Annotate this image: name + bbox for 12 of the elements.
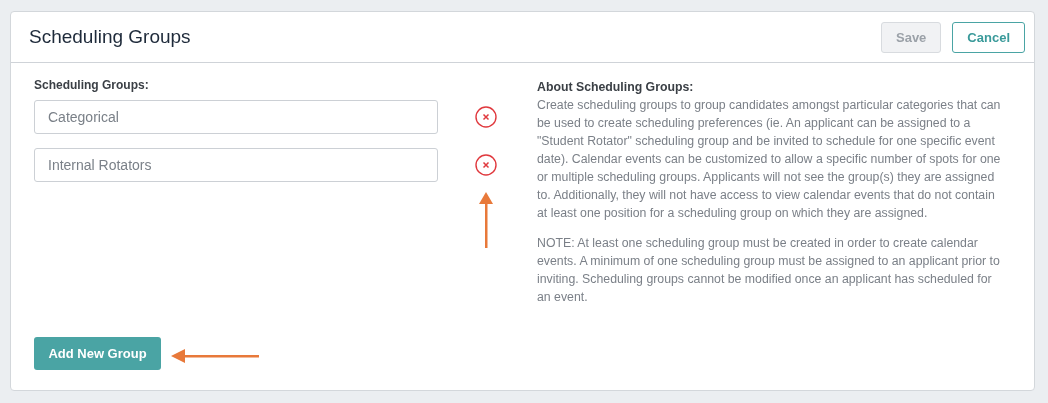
page-title: Scheduling Groups: [29, 26, 191, 48]
group-name-field[interactable]: Categorical: [34, 100, 438, 134]
up-arrow: [479, 192, 493, 248]
cancel-button[interactable]: Cancel: [952, 21, 1025, 53]
group-name-field[interactable]: Internal Rotators: [34, 148, 438, 182]
about-paragraph: Create scheduling groups to group candidates amongst particular categories that can be used to create scheduling preferences (ie. An applicant can be assigned to a "Student Rotator" scheduling group and be invited to schedule for one specific event date). Calendar events can be customized to allow a specific number of spots for one or multiple scheduling groups. Applicants will not see the group(s) they are assigned to. Additionally, they will not have access to view calendar events that do not contain at least one position for a scheduling group on which they are assigned.: [537, 97, 1002, 222]
add-group-button[interactable]: Add New Group: [34, 337, 161, 370]
remove-icon[interactable]: [475, 106, 497, 128]
about-title: About Scheduling Groups:: [537, 79, 695, 96]
about-paragraph: NOTE: At least one scheduling group must be created in order to create calendar events. A minimum of one scheduling group must be assigned to an applicant prior to inviting. Scheduling groups cannot be modified once an applicant has scheduled for an event.: [537, 235, 1001, 306]
remove-icon[interactable]: [475, 154, 497, 176]
groups-label: Scheduling Groups:: [34, 78, 150, 92]
